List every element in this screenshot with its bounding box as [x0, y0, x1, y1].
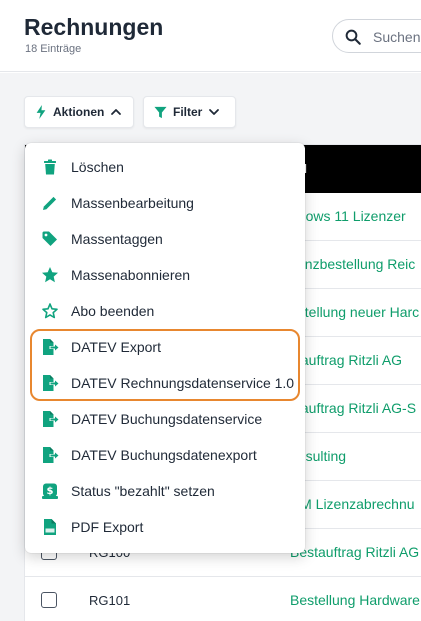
file-export-icon [43, 339, 59, 355]
menu-item-datev-export[interactable]: DATEV Export [25, 329, 305, 365]
chevron-down-icon [209, 109, 220, 115]
svg-text:$: $ [47, 486, 54, 497]
file-export-icon [43, 411, 59, 427]
row-title-link[interactable]: ndows 11 Lizenzer [290, 208, 406, 224]
actions-button-label: Aktionen [53, 105, 105, 119]
search-placeholder: Suchen... [373, 29, 421, 45]
menu-item-label: Massenabonnieren [71, 267, 191, 283]
row-title-link[interactable]: stauftrag Ritzli AG-S [290, 400, 416, 416]
menu-item-label: Abo beenden [71, 303, 155, 319]
menu-item-label: DATEV Rechnungsdatenservice 1.0 [71, 375, 295, 391]
pencil-icon [43, 196, 57, 210]
page-header: Rechnungen 18 Einträge Suchen... [0, 0, 421, 72]
menu-item-label: DATEV Buchungsdatenservice [71, 411, 263, 427]
bolt-icon [36, 105, 46, 119]
menu-item-label: Massenbearbeitung [71, 195, 194, 211]
row-title-link[interactable]: zenzbestellung Reic [290, 256, 415, 272]
chevron-up-icon [111, 109, 122, 115]
row-title-link[interactable]: stauftrag Ritzli AG [290, 352, 402, 368]
pdf-file-icon [44, 519, 56, 535]
entry-count: 18 Einträge [25, 43, 82, 55]
row-checkbox[interactable] [41, 592, 57, 608]
menu-item-bulk-tag[interactable]: Massentaggen [25, 221, 305, 257]
menu-item-bulk-edit[interactable]: Massenbearbeitung [25, 185, 305, 221]
row-title-link[interactable]: Bestauftrag Ritzli AG [290, 544, 419, 560]
tag-icon [42, 231, 57, 246]
filter-button[interactable]: Filter [143, 96, 236, 128]
menu-item-label: DATEV Buchungsdatenexport [71, 447, 257, 463]
funnel-icon [154, 106, 167, 118]
money-icon: $ [42, 483, 58, 499]
actions-menu: Löschen Massenbearbeitung Massentaggen M… [25, 143, 305, 553]
menu-item-label: PDF Export [71, 519, 144, 535]
file-export-icon [43, 375, 59, 391]
menu-item-datev-booking-service[interactable]: DATEV Buchungsdatenservice [25, 401, 305, 437]
menu-item-bulk-subscribe[interactable]: Massenabonnieren [25, 257, 305, 293]
menu-item-datev-booking-export[interactable]: DATEV Buchungsdatenexport [25, 437, 305, 473]
menu-item-unsubscribe[interactable]: Abo beenden [25, 293, 305, 329]
star-filled-icon [42, 267, 58, 283]
menu-item-set-paid[interactable]: $ Status "bezahlt" setzen [25, 473, 305, 509]
filter-button-label: Filter [173, 105, 203, 119]
search-input[interactable]: Suchen... [332, 19, 421, 53]
row-invoice-id: RG101 [89, 593, 131, 608]
row-title-link[interactable]: RM Lizenzabrechnu [290, 496, 415, 512]
menu-item-label: DATEV Export [71, 339, 161, 355]
row-title-link[interactable]: Bestellung Hardware [290, 592, 420, 608]
actions-button[interactable]: Aktionen [24, 96, 134, 128]
menu-item-label: Löschen [71, 159, 124, 175]
file-export-icon [43, 447, 59, 463]
table-row[interactable]: RG101 Bestellung Hardware [25, 577, 421, 621]
menu-item-delete[interactable]: Löschen [25, 149, 305, 185]
menu-item-label: Status "bezahlt" setzen [71, 483, 215, 499]
row-title-link[interactable]: estellung neuer Harc [290, 304, 419, 320]
menu-item-datev-invoice-service[interactable]: DATEV Rechnungsdatenservice 1.0 [25, 365, 305, 401]
search-icon [345, 29, 361, 45]
trash-icon [44, 159, 56, 175]
menu-item-label: Massentaggen [71, 231, 163, 247]
star-outline-icon [42, 303, 58, 319]
menu-item-pdf-export[interactable]: PDF Export [25, 509, 305, 545]
page-title: Rechnungen [24, 14, 164, 40]
